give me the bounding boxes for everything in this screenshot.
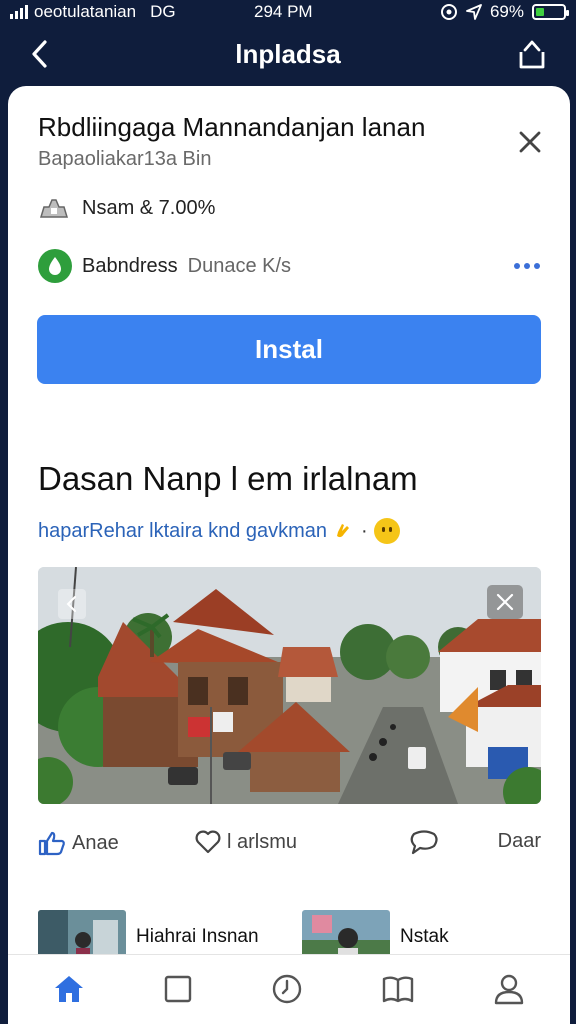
app-subtitle: Bapaoliakar13a Bin (38, 148, 212, 170)
section-title: Dasan Nanp l em irlalnam (38, 460, 418, 497)
share-label: Daar (497, 830, 541, 852)
street-scene-image (38, 567, 541, 804)
location-icon (466, 4, 482, 20)
battery-fill (536, 8, 544, 16)
action-row: Anae l arlsmu Daar (38, 830, 541, 860)
close-photo-button[interactable] (487, 585, 523, 619)
share-action[interactable]: Daar (498, 830, 541, 853)
developer-name: Babndress (82, 254, 178, 277)
nav-bar: lnpladsa (0, 24, 576, 84)
battery-percent: 69% (489, 2, 524, 21)
home-icon[interactable] (51, 971, 87, 1007)
install-button[interactable]: Instal (37, 315, 541, 384)
status-left: oeotulatanian DG (10, 2, 176, 22)
tab-bar (8, 954, 570, 1024)
rating-icon (39, 199, 69, 218)
share-icon[interactable] (516, 38, 548, 70)
heart-icon (195, 830, 221, 854)
close-icon (496, 593, 514, 611)
gallery-photo[interactable] (38, 567, 541, 804)
clock-icon[interactable] (269, 971, 305, 1007)
hand-wave-icon (337, 524, 350, 538)
carrier-name: oeotulatanian (34, 2, 137, 21)
square-icon[interactable] (160, 971, 196, 1007)
like-label: Anae (72, 831, 119, 854)
chevron-left-icon (66, 596, 76, 612)
signal-icon (10, 5, 28, 19)
app-title: Rbdliingaga Mannandanjan lanan (38, 112, 426, 142)
section-link-text: haparRehar lktaira knd gavkman (38, 519, 328, 542)
close-icon[interactable] (516, 128, 544, 156)
like-action[interactable]: Anae (38, 830, 119, 856)
section-link[interactable]: haparRehar lktaira knd gavkman · (38, 518, 400, 544)
rating-row: Nsam & 7.00% (38, 196, 215, 220)
more-options-icon[interactable] (512, 254, 542, 278)
clock: 294 PM (254, 2, 313, 21)
app-detail-card: Rbdliingaga Mannandanjan lanan Bapaoliak… (8, 86, 570, 1024)
developer-subtitle: Dunace K/s (187, 254, 292, 277)
developer-logo-icon (38, 249, 72, 283)
comment-action[interactable] (408, 830, 440, 856)
rating-text: Nsam & 7.00% (82, 196, 216, 219)
nav-title: lnpladsa (235, 38, 341, 69)
save-action[interactable]: l arlsmu (195, 830, 297, 854)
comment-icon (410, 830, 438, 855)
status-bar: oeotulatanian DG 294 PM 69% (0, 0, 576, 24)
thumbs-up-icon (38, 831, 65, 856)
sync-icon (440, 4, 457, 20)
status-right: 69% (440, 2, 569, 22)
chevron-left-icon[interactable] (26, 38, 54, 70)
battery-icon (532, 4, 569, 20)
person-icon[interactable] (491, 971, 527, 1007)
previous-photo-button[interactable] (58, 589, 86, 619)
dot-separator: · (361, 519, 368, 542)
save-label: l arlsmu (227, 830, 298, 853)
book-icon[interactable] (380, 971, 416, 1007)
network-type: DG (150, 2, 176, 21)
developer-row[interactable]: Babndress Dunace K/s (38, 248, 542, 284)
smiley-icon (373, 518, 400, 544)
